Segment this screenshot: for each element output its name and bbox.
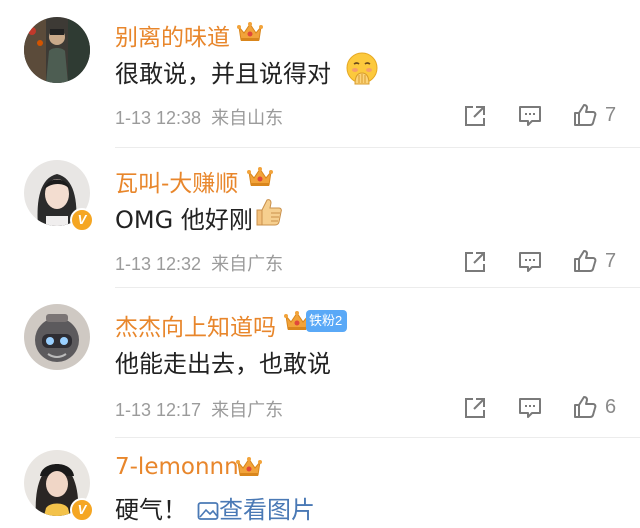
avatar[interactable] — [24, 17, 90, 83]
avatar[interactable] — [24, 304, 90, 370]
thumbs-up-icon[interactable] — [572, 394, 598, 420]
thumbs-up-icon[interactable] — [572, 248, 598, 274]
comment-item: V 7-lemonnn 硬气！ 查看图片 — [0, 438, 640, 528]
crown-icon — [247, 166, 273, 188]
view-image-link[interactable]: 查看图片 — [197, 496, 315, 524]
comment-item: 杰杰向上知道吗 铁粉2 他能走出去，也敢说 1-13 12:17 来自广东 6 — [0, 288, 640, 438]
timestamp: 1-13 12:38 — [115, 108, 202, 128]
thumbs-up-icon[interactable] — [572, 102, 598, 128]
comment-item: V 瓦叫-大赚顺 OMG 他好刚 1-13 12:32 来自广东 7 — [0, 148, 640, 288]
comment-meta: 1-13 12:32 来自广东 — [115, 250, 283, 276]
image-icon — [197, 502, 219, 520]
comment-text: OMG 他好刚 — [115, 206, 253, 234]
username[interactable]: 7-lemonnn — [115, 454, 239, 480]
shush-face-icon — [346, 52, 378, 85]
location: 来自广东 — [211, 254, 284, 275]
like-count: 7 — [605, 250, 617, 272]
location: 来自山东 — [211, 108, 284, 129]
like-count: 6 — [605, 396, 617, 418]
comment-text: 硬气！ 查看图片 — [115, 496, 315, 524]
comment-icon[interactable] — [517, 395, 543, 421]
username[interactable]: 瓦叫-大赚顺 — [115, 164, 238, 198]
username[interactable]: 杰杰向上知道吗 — [115, 308, 276, 342]
comment-feed: 别离的味道 很敢说，并且说得对 1-13 12:38 来自山东 7 V 瓦叫-大… — [0, 0, 640, 528]
timestamp: 1-13 12:17 — [115, 400, 202, 420]
verified-badge-icon: V — [70, 208, 94, 232]
verified-badge-icon: V — [70, 498, 94, 522]
username[interactable]: 别离的味道 — [115, 18, 230, 52]
thumbs-up-emoji-icon — [256, 199, 282, 226]
comment-text: 很敢说，并且说得对 — [115, 60, 331, 88]
share-icon[interactable] — [462, 395, 488, 421]
comment-meta: 1-13 12:38 来自山东 — [115, 104, 283, 130]
crown-icon — [236, 456, 262, 478]
timestamp: 1-13 12:32 — [115, 254, 202, 274]
share-icon[interactable] — [462, 249, 488, 275]
comment-text: 他能走出去，也敢说 — [115, 350, 331, 378]
like-count: 7 — [605, 104, 617, 126]
fan-level-badge: 铁粉2 — [306, 310, 348, 332]
location: 来自广东 — [211, 400, 284, 421]
comment-meta: 1-13 12:17 来自广东 — [115, 396, 283, 422]
comment-item: 别离的味道 很敢说，并且说得对 1-13 12:38 来自山东 7 — [0, 0, 640, 148]
comment-icon[interactable] — [517, 103, 543, 129]
comment-icon[interactable] — [517, 249, 543, 275]
share-icon[interactable] — [462, 103, 488, 129]
crown-icon — [237, 21, 263, 43]
